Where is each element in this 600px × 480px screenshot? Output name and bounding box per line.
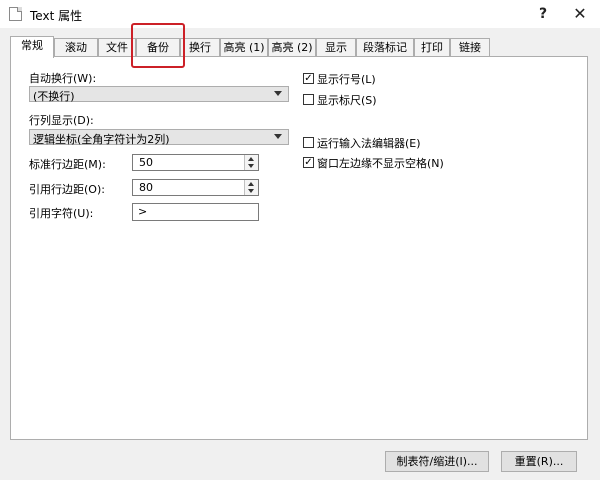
std-margin-label: 标准行边距(M): xyxy=(29,158,106,171)
tab-print[interactable]: 打印 xyxy=(414,38,450,57)
quote-char-input[interactable]: > xyxy=(132,203,259,221)
spin-up-icon[interactable] xyxy=(248,182,254,186)
close-button[interactable]: ✕ xyxy=(568,4,592,24)
tab-general[interactable]: 常规 xyxy=(10,36,54,58)
reset-button[interactable]: 重置(R)... xyxy=(501,451,577,472)
show-ruler-checkbox[interactable] xyxy=(303,94,314,105)
quote-margin-label: 引用行边距(O): xyxy=(29,183,105,196)
chevron-down-icon xyxy=(274,91,282,96)
quote-margin-value: 80 xyxy=(139,181,153,194)
spin-down-icon[interactable] xyxy=(248,189,254,193)
wrap-value: (不换行) xyxy=(33,90,75,103)
tab-display[interactable]: 显示 xyxy=(316,38,356,57)
tab-paragraph-marks[interactable]: 段落标记 xyxy=(356,38,414,57)
show-ruler-label[interactable]: 显示标尺(S) xyxy=(317,92,377,108)
spin-arrows[interactable] xyxy=(244,180,258,195)
run-ime-checkbox[interactable] xyxy=(303,137,314,148)
hide-left-space-checkbox[interactable]: ✓ xyxy=(303,157,314,168)
general-panel: 自动换行(W): (不换行) 行列显示(D): 逻辑坐标(全角字符计为2列) 标… xyxy=(10,56,588,472)
show-line-numbers-checkbox[interactable]: ✓ xyxy=(303,73,314,84)
tab-highlight-1[interactable]: 高亮 (1) xyxy=(220,38,268,57)
column-display-select[interactable]: 逻辑坐标(全角字符计为2列) xyxy=(29,129,289,146)
column-display-label: 行列显示(D): xyxy=(29,114,94,127)
quote-char-label: 引用字符(U): xyxy=(29,207,94,220)
hide-left-space-label[interactable]: 窗口左边缘不显示空格(N) xyxy=(317,155,444,171)
tab-wrap[interactable]: 换行 xyxy=(180,38,220,57)
tab-highlight-2[interactable]: 高亮 (2) xyxy=(268,38,316,57)
tab-file[interactable]: 文件 xyxy=(98,38,136,57)
document-icon xyxy=(9,7,22,21)
tab-strip: 常规 滚动 文件 备份 换行 高亮 (1) 高亮 (2) 显示 段落标记 打印 … xyxy=(10,36,510,58)
help-button[interactable]: ? xyxy=(531,4,555,24)
spin-down-icon[interactable] xyxy=(248,164,254,168)
title-bar: Text 属性 ? ✕ xyxy=(0,0,600,28)
tab-links[interactable]: 链接 xyxy=(450,38,490,57)
wrap-label: 自动换行(W): xyxy=(29,72,97,85)
quote-margin-stepper[interactable]: 80 xyxy=(132,179,259,196)
std-margin-value: 50 xyxy=(139,156,153,169)
spin-arrows[interactable] xyxy=(244,155,258,170)
column-display-value: 逻辑坐标(全角字符计为2列) xyxy=(33,133,170,146)
window-title: Text 属性 xyxy=(30,9,83,23)
chevron-down-icon xyxy=(274,134,282,139)
spin-up-icon[interactable] xyxy=(248,157,254,161)
tab-backup[interactable]: 备份 xyxy=(136,38,180,57)
wrap-select[interactable]: (不换行) xyxy=(29,86,289,103)
show-line-numbers-label[interactable]: 显示行号(L) xyxy=(317,71,376,87)
run-ime-label[interactable]: 运行输入法编辑器(E) xyxy=(317,135,421,151)
tab-scroll[interactable]: 滚动 xyxy=(54,38,98,57)
quote-char-value: > xyxy=(138,205,148,218)
tabs-indent-button[interactable]: 制表符/缩进(I)... xyxy=(385,451,489,472)
std-margin-stepper[interactable]: 50 xyxy=(132,154,259,171)
